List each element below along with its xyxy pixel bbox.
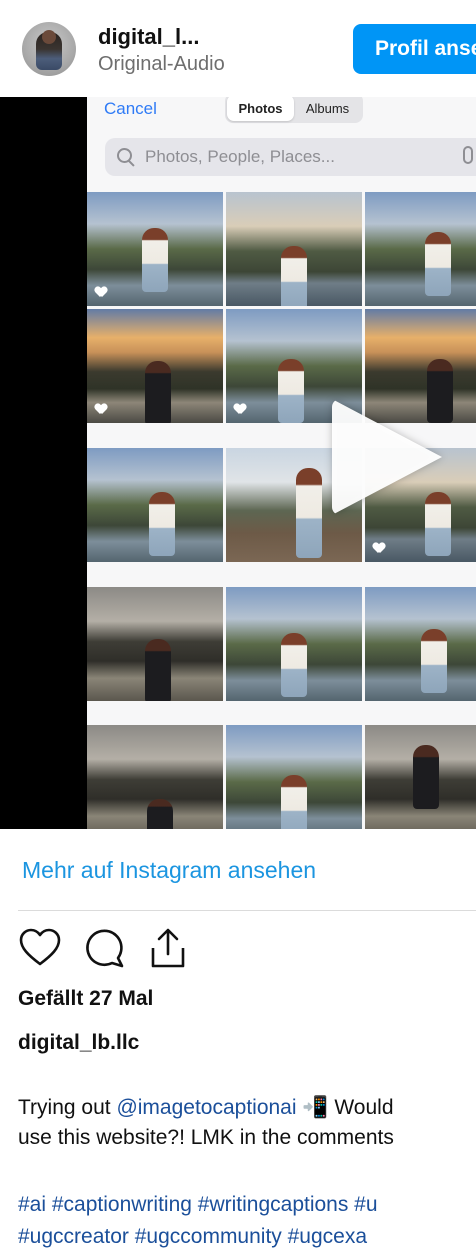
post-caption: Trying out @imagetocaptionai 📲 Would use…	[18, 1093, 476, 1153]
video-player[interactable]: Cancel Photos Albums Photos, People, Pla…	[0, 97, 476, 829]
share-icon[interactable]	[146, 926, 190, 970]
divider	[18, 910, 476, 911]
person-figure	[145, 361, 171, 423]
photo-thumbnail	[87, 725, 223, 829]
microphone-icon	[463, 146, 473, 164]
heart-icon[interactable]	[18, 926, 62, 970]
tab-photos: Photos	[227, 97, 294, 121]
person-figure	[421, 629, 447, 693]
share-icon-graphic	[151, 928, 185, 968]
video-frame: Cancel Photos Albums Photos, People, Pla…	[87, 97, 476, 829]
post-author[interactable]: digital_lb.llc	[18, 1031, 139, 1055]
favorite-heart-icon	[234, 404, 246, 415]
cancel-link: Cancel	[104, 99, 157, 118]
photos-albums-segment: Photos Albums	[225, 97, 363, 123]
person-figure	[142, 228, 168, 292]
caption-line-1: Trying out @imagetocaptionai 📲 Would	[18, 1093, 476, 1123]
view-more-on-instagram-link[interactable]: Mehr auf Instagram ansehen	[22, 857, 316, 884]
favorite-heart-icon	[95, 404, 107, 415]
photo-thumbnail	[365, 192, 476, 306]
search-icon	[115, 146, 137, 168]
photo-thumbnail	[87, 192, 223, 306]
heart-icon-graphic	[19, 928, 61, 966]
caption-text: Trying out	[18, 1096, 117, 1119]
caption-line-2: use this website?! LMK in the comments	[18, 1126, 394, 1149]
favorite-heart-icon	[373, 543, 385, 554]
search-bar: Photos, People, Places...	[105, 138, 476, 176]
play-icon[interactable]	[332, 399, 442, 515]
action-bar	[18, 926, 210, 970]
avatar-head	[42, 30, 56, 44]
like-count[interactable]: Gefällt 27 Mal	[18, 987, 153, 1011]
hashtags-line-2[interactable]: #ugccreator #ugccommunity #ugcexa	[18, 1221, 476, 1253]
view-profile-button[interactable]: Profil ansehen	[353, 24, 476, 74]
favorite-heart-icon	[95, 287, 107, 298]
photo-thumbnail	[365, 587, 476, 701]
photo-thumbnail	[87, 587, 223, 701]
photo-thumbnail	[226, 192, 362, 306]
person-figure	[296, 468, 322, 558]
audio-label[interactable]: Original-Audio	[98, 53, 225, 76]
person-figure	[145, 639, 171, 701]
person-figure	[147, 799, 173, 829]
photo-thumbnail	[226, 587, 362, 701]
person-figure	[149, 492, 175, 556]
comment-icon[interactable]	[82, 926, 126, 970]
caption-mention[interactable]: @imagetocaptionai	[116, 1096, 296, 1119]
hashtags[interactable]: #ai #captionwriting #writingcaptions #u …	[18, 1189, 476, 1253]
photo-thumbnail	[365, 725, 476, 829]
tab-albums: Albums	[305, 100, 350, 116]
post-header: digital_l... Original-Audio Profil anseh…	[0, 0, 476, 97]
photo-thumbnail	[87, 309, 223, 423]
person-figure	[281, 775, 307, 829]
person-figure	[413, 745, 439, 809]
person-figure	[281, 633, 307, 697]
username[interactable]: digital_l...	[98, 24, 199, 50]
person-figure	[425, 232, 451, 296]
search-placeholder: Photos, People, Places...	[145, 147, 335, 166]
hashtags-line-1[interactable]: #ai #captionwriting #writingcaptions #u	[18, 1189, 476, 1221]
photo-thumbnail	[226, 725, 362, 829]
avatar[interactable]	[22, 22, 76, 76]
caption-text-post: 📲 Would	[296, 1096, 394, 1119]
photo-thumbnail	[87, 448, 223, 562]
person-figure	[278, 359, 304, 423]
person-figure	[281, 246, 307, 306]
comment-icon-graphic	[86, 929, 124, 968]
